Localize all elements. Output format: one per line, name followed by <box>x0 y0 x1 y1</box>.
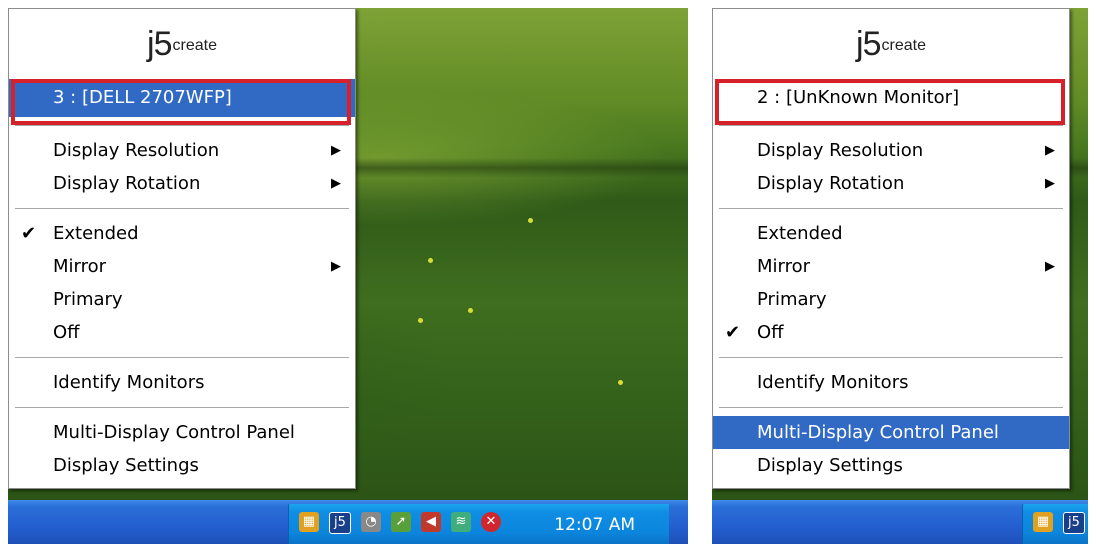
menu-item-display-resolution[interactable]: Display Resolution ▶ <box>9 134 355 167</box>
menu-item-label: Multi-Display Control Panel <box>53 422 295 443</box>
menu-item-mirror[interactable]: Mirror ▶ <box>713 250 1069 283</box>
menu-item-off[interactable]: ✔ Off <box>713 316 1069 349</box>
menu-item-display-rotation[interactable]: Display Rotation ▶ <box>713 167 1069 200</box>
clock[interactable]: 12:07 AM <box>554 515 635 535</box>
menu-item-label: Display Settings <box>53 455 199 476</box>
wallpaper-flower <box>468 308 473 313</box>
j5create-logo: j5 create <box>9 9 355 79</box>
wallpaper-flower <box>618 380 623 385</box>
menu-item-identify-monitors[interactable]: Identify Monitors <box>713 366 1069 399</box>
menu-item-label: Display Resolution <box>757 140 924 161</box>
submenu-arrow-icon: ▶ <box>331 259 341 274</box>
menu-item-label: Primary <box>53 289 123 310</box>
wallpaper-flower <box>528 218 533 223</box>
menu-item-display-resolution[interactable]: Display Resolution ▶ <box>713 134 1069 167</box>
menu-item-display-settings[interactable]: Display Settings <box>9 449 355 482</box>
menu-item-label: Off <box>53 322 80 343</box>
menu-item-label: Multi-Display Control Panel <box>757 422 999 443</box>
menu-item-label: Extended <box>53 223 139 244</box>
submenu-arrow-icon: ▶ <box>331 143 341 158</box>
menu-item-label: Display Rotation <box>53 173 201 194</box>
menu-item-label: Identify Monitors <box>53 372 205 393</box>
menu-item-label: Extended <box>757 223 843 244</box>
menu-separator <box>719 125 1063 126</box>
red-callout-box <box>11 79 351 125</box>
menu-item-label: Display Rotation <box>757 173 905 194</box>
menu-separator <box>15 125 349 126</box>
connection-icon[interactable]: ◔ <box>361 512 381 532</box>
red-callout-box <box>715 79 1065 125</box>
menu-separator <box>15 407 349 408</box>
submenu-arrow-icon: ▶ <box>331 176 341 191</box>
security-alert-icon[interactable]: ✕ <box>481 512 501 532</box>
menu-item-control-panel[interactable]: Multi-Display Control Panel <box>9 416 355 449</box>
menu-item-off[interactable]: Off <box>9 316 355 349</box>
network-icon[interactable]: ▦ <box>1033 512 1053 532</box>
menu-item-display-rotation[interactable]: Display Rotation ▶ <box>9 167 355 200</box>
right-screenshot: ▦ j5 j5 create 2 : [UnKnown Monitor] Disp… <box>712 8 1088 544</box>
menu-item-identify-monitors[interactable]: Identify Monitors <box>9 366 355 399</box>
menu-item-label: Identify Monitors <box>757 372 909 393</box>
logo-create: create <box>881 37 926 54</box>
submenu-arrow-icon: ▶ <box>1045 176 1055 191</box>
wallpaper-flower <box>428 258 433 263</box>
j5-tray-icon[interactable]: j5 <box>329 512 351 534</box>
safely-remove-icon[interactable]: ➚ <box>391 512 411 532</box>
menu-item-mirror[interactable]: Mirror ▶ <box>9 250 355 283</box>
network-icon[interactable]: ▦ <box>299 512 319 532</box>
submenu-arrow-icon: ▶ <box>1045 143 1055 158</box>
system-tray: ▦ j5 <box>1022 504 1088 544</box>
menu-separator <box>719 407 1063 408</box>
left-screenshot: ▦ j5 ◔ ➚ ◀ ≋ ✕ 12:07 AM j5 create 3 : [DE… <box>8 8 688 544</box>
logo-create: create <box>172 37 217 54</box>
menu-item-control-panel[interactable]: Multi-Display Control Panel <box>713 416 1069 449</box>
j5-tray-icon[interactable]: j5 <box>1063 512 1085 534</box>
menu-item-extended[interactable]: ✔ Extended <box>9 217 355 250</box>
j5-context-menu: j5 create 3 : [DELL 2707WFP] Display Reso… <box>8 8 356 489</box>
taskbar: ▦ j5 <box>712 500 1088 544</box>
menu-separator <box>719 357 1063 358</box>
menu-item-label: Mirror <box>53 256 107 277</box>
menu-item-primary[interactable]: Primary <box>9 283 355 316</box>
checkmark-icon: ✔ <box>725 322 741 343</box>
checkmark-icon: ✔ <box>21 223 37 244</box>
menu-item-label: Off <box>757 322 784 343</box>
menu-item-display-settings[interactable]: Display Settings <box>713 449 1069 482</box>
wallpaper-flower <box>418 318 423 323</box>
taskbar: ▦ j5 ◔ ➚ ◀ ≋ ✕ 12:07 AM <box>8 500 688 544</box>
j5create-logo: j5 create <box>713 9 1069 79</box>
menu-separator <box>15 357 349 358</box>
logo-j5: j5 <box>147 24 172 63</box>
menu-item-primary[interactable]: Primary <box>713 283 1069 316</box>
menu-item-label: Primary <box>757 289 827 310</box>
menu-item-extended[interactable]: Extended <box>713 217 1069 250</box>
menu-item-label: Display Resolution <box>53 140 220 161</box>
menu-item-label: Display Settings <box>757 455 903 476</box>
j5-context-menu: j5 create 2 : [UnKnown Monitor] Display R… <box>712 8 1070 489</box>
system-tray: ▦ j5 ◔ ➚ ◀ ≋ ✕ 12:07 AM <box>288 504 669 544</box>
volume-icon[interactable]: ◀ <box>421 512 441 532</box>
menu-separator <box>15 208 349 209</box>
submenu-arrow-icon: ▶ <box>1045 259 1055 274</box>
wireless-icon[interactable]: ≋ <box>451 512 471 532</box>
menu-separator <box>719 208 1063 209</box>
menu-item-label: Mirror <box>757 256 811 277</box>
logo-j5: j5 <box>856 24 881 63</box>
